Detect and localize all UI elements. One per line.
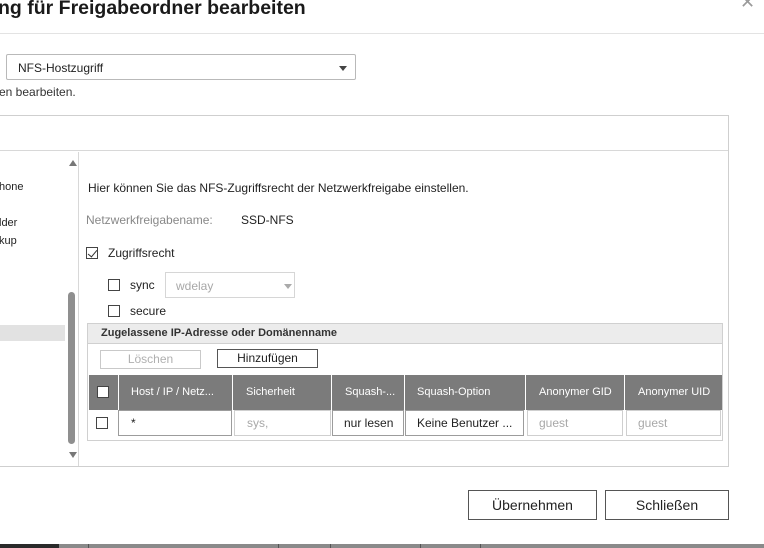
sync-label: sync — [130, 278, 155, 292]
nfs-description: Hier können Sie das NFS-Zugriffsrecht de… — [88, 181, 469, 195]
column-header-squash-option[interactable]: Squash-Option — [405, 375, 526, 410]
list-item[interactable]: lder — [0, 217, 17, 229]
column-header-squash[interactable]: Squash-... — [332, 375, 405, 410]
column-header-anon-uid[interactable]: Anonymer UID — [625, 375, 722, 410]
column-header-security[interactable]: Sicherheit — [233, 375, 332, 410]
access-checkbox[interactable] — [86, 247, 98, 259]
select-all-column — [89, 375, 119, 410]
share-name-value: SSD-NFS — [241, 213, 294, 227]
access-label: Zugriffsrecht — [108, 246, 175, 260]
security-input[interactable]: sys, — [234, 410, 331, 436]
delete-button[interactable]: Löschen — [100, 350, 201, 369]
share-name-label: Netzwerkfreigabename: — [86, 213, 213, 227]
column-header-anon-gid[interactable]: Anonymer GID — [526, 375, 625, 410]
folder-list: hone lder kup — [0, 152, 79, 466]
permission-type-select[interactable]: NFS-Hostzugriff — [6, 54, 356, 80]
ip-section-header: Zugelassene IP-Adresse oder Domänenname — [88, 324, 722, 344]
secure-checkbox[interactable] — [108, 305, 120, 317]
close-icon[interactable]: ✕ — [740, 0, 755, 11]
select-all-checkbox[interactable] — [97, 386, 109, 398]
list-item[interactable]: kup — [0, 235, 17, 247]
taskbar-segment — [0, 544, 59, 548]
anon-uid-input[interactable]: guest — [626, 410, 721, 436]
title-divider — [0, 33, 764, 34]
taskbar — [0, 544, 764, 548]
ip-access-section: Zugelassene IP-Adresse oder Domänenname … — [87, 323, 723, 441]
scroll-up-icon[interactable] — [69, 160, 77, 166]
scroll-down-icon[interactable] — [69, 452, 77, 458]
taskbar-divider — [330, 544, 331, 548]
add-button[interactable]: Hinzufügen — [217, 349, 318, 368]
permission-type-value: NFS-Hostzugriff — [18, 61, 104, 75]
host-input[interactable]: * — [118, 410, 232, 436]
secure-label: secure — [130, 304, 167, 318]
ip-section-title: Zugelassene IP-Adresse oder Domänenname — [101, 327, 337, 339]
sync-mode-select[interactable]: wdelay — [165, 272, 295, 298]
squash-option-select[interactable]: Keine Benutzer ... — [405, 410, 524, 436]
scrollbar-thumb[interactable] — [68, 292, 75, 444]
sync-checkbox[interactable] — [108, 279, 120, 291]
taskbar-divider — [420, 544, 421, 548]
dialog-title: ng für Freigabeordner bearbeiten — [0, 0, 306, 19]
close-button[interactable]: Schließen — [605, 490, 729, 520]
squash-select[interactable]: nur lesen — [332, 410, 404, 436]
panel-header — [0, 116, 728, 151]
apply-button[interactable]: Übernehmen — [468, 490, 597, 520]
intro-text: en bearbeiten. — [0, 85, 76, 99]
sync-mode-value: wdelay — [176, 279, 214, 293]
anon-gid-input[interactable]: guest — [527, 410, 623, 436]
list-item-selected[interactable] — [0, 325, 65, 341]
column-header-host[interactable]: Host / IP / Netz... — [119, 375, 233, 410]
taskbar-divider — [88, 544, 89, 548]
row-checkbox[interactable] — [96, 417, 108, 429]
taskbar-divider — [278, 544, 279, 548]
list-item[interactable]: hone — [0, 181, 23, 193]
taskbar-divider — [480, 544, 481, 548]
chevron-down-icon — [284, 284, 292, 289]
chevron-down-icon — [339, 66, 347, 71]
